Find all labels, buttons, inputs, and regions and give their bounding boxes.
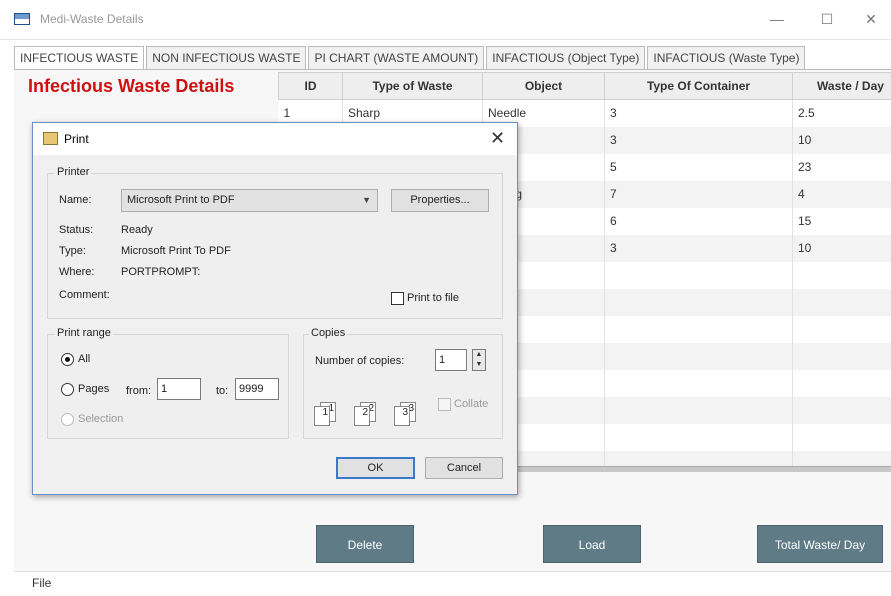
tab-infectious-waste[interactable]: INFECTIOUS WASTE	[14, 46, 145, 71]
app-icon	[14, 13, 30, 25]
print-dialog: Print ✕ Printer Name: Microsoft Print to…	[32, 122, 518, 495]
copies-spinner[interactable]: ▲ ▼	[472, 349, 486, 371]
cell-container: 3	[604, 99, 793, 127]
load-button[interactable]: Load	[543, 525, 641, 563]
copies-group-label: Copies	[309, 327, 348, 339]
column-header-id[interactable]: ID	[278, 72, 343, 100]
where-value: PORTPROMPT:	[121, 266, 201, 278]
cell-waste-per-day	[792, 342, 891, 370]
cell-waste-per-day	[792, 261, 891, 289]
status-label: Status:	[59, 224, 94, 236]
cell-waste-per-day: 2.5	[792, 99, 891, 127]
status-value: Ready	[121, 224, 153, 236]
cell-waste-per-day	[792, 396, 891, 424]
chevron-down-icon: ▼	[362, 195, 371, 205]
type-value: Microsoft Print To PDF	[121, 245, 231, 257]
column-header-waste-per-day[interactable]: Waste / Day	[792, 72, 891, 100]
collate-checkbox[interactable]	[438, 398, 451, 411]
cell-container: 5	[604, 153, 793, 181]
to-page-input[interactable]: 9999	[235, 378, 279, 400]
range-pages-label: Pages	[78, 383, 110, 395]
collate-preview-icon: 11 22 33	[314, 396, 424, 426]
cell-container	[604, 423, 793, 451]
print-to-file-checkbox[interactable]	[391, 292, 404, 305]
window-title: Medi-Waste Details	[40, 12, 144, 26]
cell-container	[604, 315, 793, 343]
cell-waste-per-day: 4	[792, 180, 891, 208]
column-header-container[interactable]: Type Of Container	[604, 72, 793, 100]
copies-input[interactable]: 1	[435, 349, 467, 371]
print-to-file-label: Print to file	[407, 292, 459, 304]
menu-bar	[14, 571, 891, 596]
cell-container: 6	[604, 207, 793, 235]
print-dialog-close-button[interactable]: ✕	[490, 129, 505, 147]
print-dialog-titlebar: Print ✕	[33, 123, 517, 155]
minimize-button[interactable]: —	[762, 8, 792, 30]
ok-button[interactable]: OK	[336, 457, 415, 479]
copies-label: Number of copies:	[315, 355, 405, 367]
range-selection-radio[interactable]	[61, 413, 74, 426]
cell-waste-per-day	[792, 369, 891, 397]
range-all-label: All	[78, 353, 91, 365]
properties-button[interactable]: Properties...	[391, 189, 489, 212]
range-selection-label: Selection	[78, 413, 124, 425]
maximize-button[interactable]: ☐	[812, 8, 842, 30]
tab-pie-chart[interactable]: PI CHART (WASTE AMOUNT)	[308, 46, 485, 70]
cell-container	[604, 288, 793, 316]
tab-waste-type[interactable]: INFACTIOUS (Waste Type)	[647, 46, 806, 70]
cell-waste-per-day: 10	[792, 234, 891, 262]
cell-container	[604, 342, 793, 370]
print-range-label: Print range	[55, 327, 113, 339]
printer-name-value: Microsoft Print to PDF	[127, 194, 235, 206]
name-label: Name:	[59, 194, 92, 206]
cell-waste-per-day	[792, 423, 891, 451]
cell-waste-per-day: 10	[792, 126, 891, 154]
cell-container: 7	[604, 180, 793, 208]
printer-name-select[interactable]: Microsoft Print to PDF ▼	[121, 189, 378, 212]
cell-waste-per-day	[792, 288, 891, 316]
cell-container: 3	[604, 234, 793, 262]
tab-non-infectious-waste[interactable]: NON INFECTIOUS WASTE	[146, 46, 307, 70]
printer-icon	[43, 132, 58, 145]
cell-container	[604, 369, 793, 397]
to-label: to:	[216, 385, 229, 397]
cell-container: 3	[604, 126, 793, 154]
from-label: from:	[126, 385, 152, 397]
section-title: Infectious Waste Details	[28, 76, 235, 96]
tab-bar: INFECTIOUS WASTE NON INFECTIOUS WASTE PI…	[14, 46, 807, 71]
column-header-type-of-waste[interactable]: Type of Waste	[342, 72, 483, 100]
where-label: Where:	[59, 266, 95, 278]
printer-group-label: Printer	[55, 166, 92, 178]
menu-file[interactable]: File	[32, 576, 51, 590]
collate-label: Collate	[454, 398, 489, 410]
from-page-input[interactable]: 1	[157, 378, 201, 400]
total-waste-button[interactable]: Total Waste/ Day	[757, 525, 883, 563]
type-label: Type:	[59, 245, 86, 257]
cell-waste-per-day	[792, 315, 891, 343]
window-close-button[interactable]: ✕	[856, 8, 886, 30]
comment-label: Comment:	[59, 289, 110, 301]
cell-waste-per-day: 23	[792, 153, 891, 181]
cell-container	[604, 261, 793, 289]
print-dialog-title: Print	[64, 132, 89, 146]
cancel-button[interactable]: Cancel	[425, 457, 503, 479]
cell-waste-per-day: 15	[792, 207, 891, 235]
range-pages-radio[interactable]	[61, 383, 74, 396]
tab-object-type[interactable]: INFACTIOUS (Object Type)	[486, 46, 646, 70]
range-all-radio[interactable]	[61, 353, 74, 366]
column-header-object[interactable]: Object	[482, 72, 605, 100]
table-header-row: ID Type of Waste Object Type Of Containe…	[278, 72, 891, 100]
cell-container	[604, 396, 793, 424]
window-titlebar: Medi-Waste Details — ☐ ✕	[0, 0, 891, 40]
delete-button[interactable]: Delete	[316, 525, 414, 563]
